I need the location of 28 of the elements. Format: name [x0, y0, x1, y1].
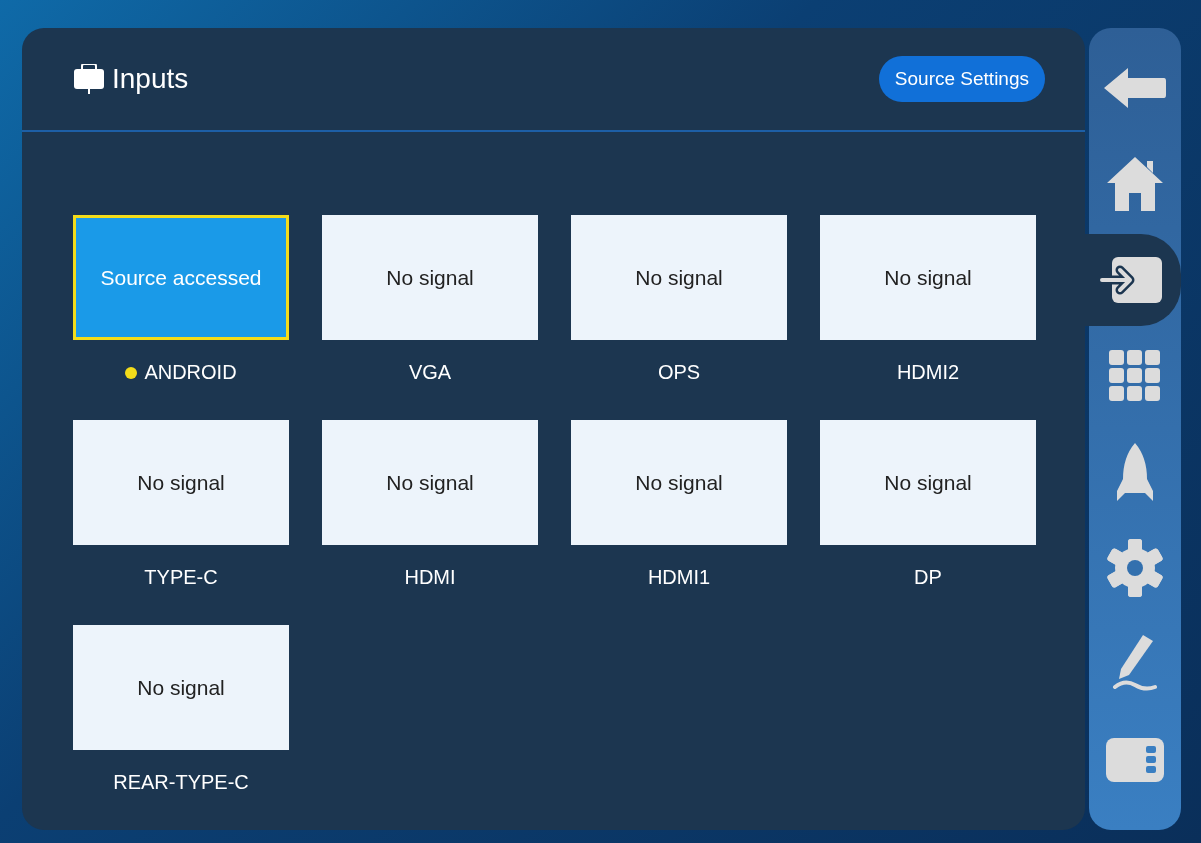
- source-label: VGA: [408, 361, 452, 384]
- source-tile[interactable]: No signal: [73, 625, 289, 750]
- settings-icon: [1106, 539, 1164, 597]
- pen-icon: [1111, 635, 1159, 693]
- input-source-icon: [1100, 257, 1162, 303]
- source-tile[interactable]: No signal: [571, 420, 787, 545]
- grid-icon: [1109, 350, 1161, 402]
- source-label: DP: [914, 566, 942, 589]
- source-label: OPS: [657, 361, 701, 384]
- panel-icon: [1106, 738, 1164, 782]
- back-arrow-icon: [1104, 68, 1166, 108]
- source-label: HDMI1: [647, 566, 711, 589]
- source-settings-button[interactable]: Source Settings: [878, 56, 1045, 102]
- source-label: ANDROID: [144, 361, 237, 384]
- rocket-icon: [1117, 443, 1153, 501]
- input-source-icon: [74, 64, 104, 94]
- source-label: TYPE-C: [144, 566, 218, 589]
- source-tile[interactable]: No signal: [820, 215, 1036, 340]
- source-tile[interactable]: No signal: [322, 420, 538, 545]
- source-label: HDMI: [404, 566, 456, 589]
- source-tile[interactable]: No signal: [73, 420, 289, 545]
- source-label: HDMI2: [896, 361, 960, 384]
- home-icon: [1107, 157, 1163, 211]
- source-label: REAR-TYPE-C: [113, 771, 249, 794]
- source-tile[interactable]: No signal: [322, 215, 538, 340]
- page-title: Inputs: [112, 63, 189, 95]
- source-tile[interactable]: No signal: [820, 420, 1036, 545]
- source-tile[interactable]: No signal: [571, 215, 787, 340]
